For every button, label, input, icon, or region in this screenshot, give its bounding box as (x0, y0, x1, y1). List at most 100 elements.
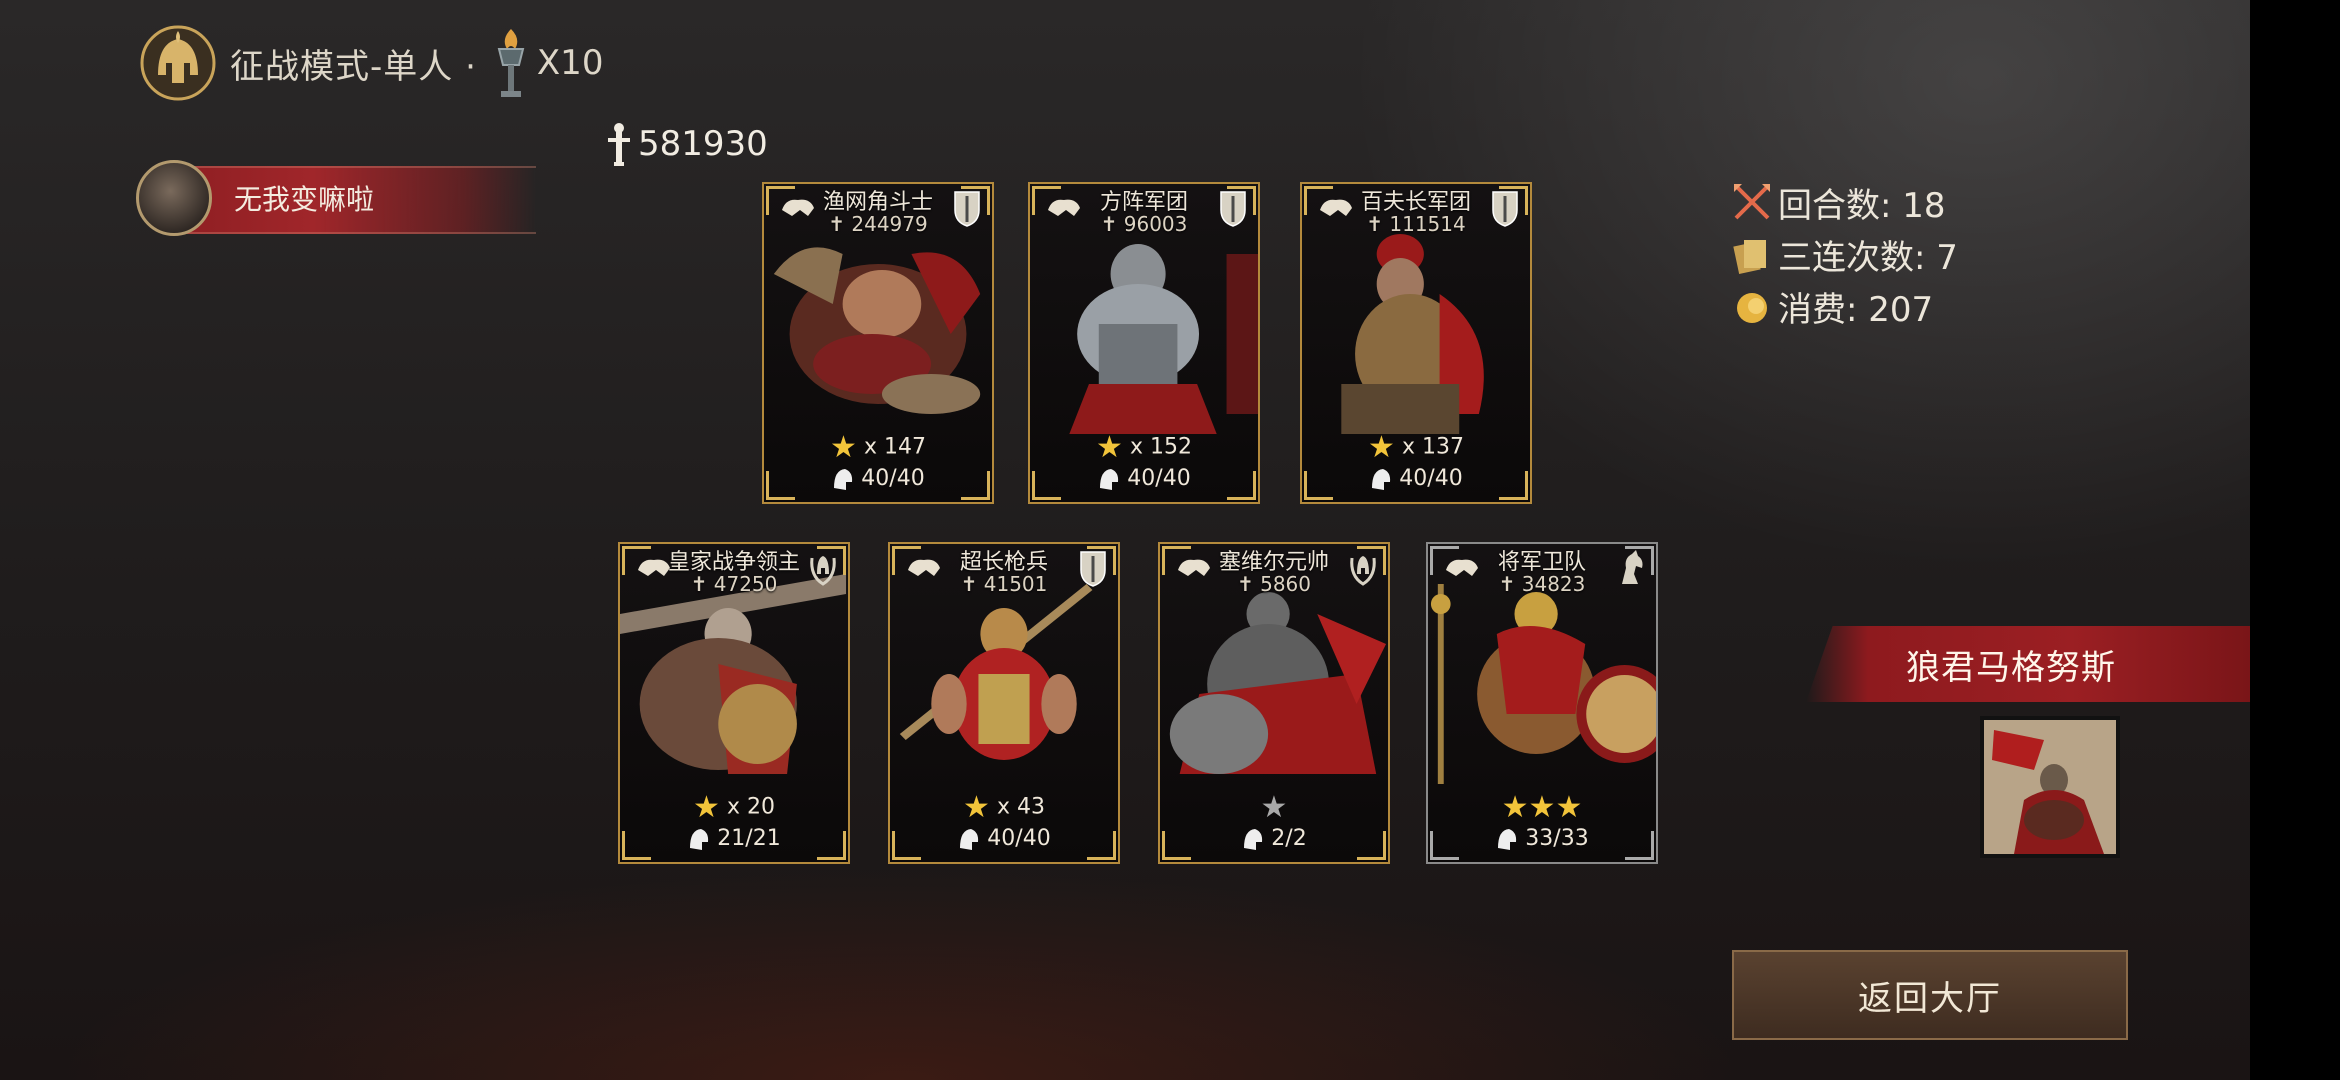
star-icon: ★ (693, 790, 720, 825)
card-corner (1430, 831, 1459, 860)
card-corner (961, 186, 990, 215)
card-corner (1032, 186, 1061, 215)
stat-triples: 三连次数: 7 (1732, 228, 1958, 280)
unit-portrait (1341, 234, 1484, 434)
unit-power: ✝ 96003 (1100, 212, 1188, 236)
star-icon: ★ (1368, 430, 1395, 465)
card-corner (1499, 471, 1528, 500)
card-corner (766, 186, 795, 215)
battle-stats: 回合数: 18 三连次数: 7 消费: 207 (1732, 176, 1958, 332)
unit-power: ✝ 111514 (1366, 212, 1466, 236)
star-multiplier: x 152 (1129, 434, 1192, 460)
star-multiplier: x 43 (996, 794, 1045, 820)
commander-portrait[interactable] (1980, 716, 2120, 858)
unit-card-centurion[interactable]: 百夫长军团 ✝ 111514 ★ x 137 40/40 (1300, 182, 1532, 504)
card-corner (1032, 471, 1061, 500)
troop-helmet-icon (1100, 469, 1119, 490)
unit-card-pikeman[interactable]: 超长枪兵 ✝ 41501 ★ x 43 40/40 (888, 542, 1120, 864)
return-lobby-button[interactable]: 返回大厅 (1732, 950, 2128, 1040)
star-icon: ★ (1528, 790, 1556, 825)
troop-count: 40/40 (1127, 466, 1191, 491)
troop-helmet-icon (834, 469, 853, 490)
troop-helmet-icon (960, 829, 979, 850)
card-corner (892, 546, 921, 575)
card-corner (622, 546, 651, 575)
unit-power-value: 41501 (983, 572, 1048, 596)
unit-power-value: 5860 (1260, 572, 1312, 596)
card-corner (1499, 186, 1528, 215)
unit-troops: 40/40 (764, 466, 992, 492)
unit-power: ✝ 34823 (1498, 572, 1586, 596)
player-banner[interactable]: 无我变嘛啦 (136, 160, 536, 240)
star-multiplier: x 20 (726, 794, 775, 820)
avatar[interactable] (136, 160, 212, 236)
helmet-emblem-icon (140, 25, 216, 101)
gold-coin-icon (1737, 293, 1767, 323)
stat-cost: 消费: 207 (1732, 280, 1958, 332)
unit-power: ✝ 47250 (690, 572, 778, 596)
unit-portrait (1069, 244, 1258, 434)
troop-count: 40/40 (987, 826, 1051, 851)
troop-count: 33/33 (1525, 826, 1589, 851)
unit-stars: ★ x 137 (1302, 430, 1530, 465)
commander-art (1984, 720, 2116, 854)
commander-name: 狼君马格努斯 (1906, 648, 2116, 688)
star-multiplier: x 147 (863, 434, 926, 460)
unit-troops: 40/40 (890, 826, 1118, 852)
player-name: 无我变嘛啦 (234, 183, 375, 216)
unit-power-value: 244979 (851, 212, 928, 236)
card-corner (1430, 546, 1459, 575)
unit-card-royal-warlord[interactable]: 皇家战争领主 ✝ 47250 ★ x 20 21/21 (618, 542, 850, 864)
card-corner (1625, 546, 1654, 575)
total-power-value: 581930 (638, 124, 768, 164)
screen-edge-bar (2250, 0, 2340, 1080)
unit-power: ✝ 41501 (960, 572, 1048, 596)
card-corner (1087, 831, 1116, 860)
unit-stars: ★ x 147 (764, 430, 992, 465)
unit-card-net-gladiator[interactable]: 渔网角斗士 ✝ 244979 ★ x 147 40/40 (762, 182, 994, 504)
card-corner (961, 471, 990, 500)
card-corner (622, 831, 651, 860)
mode-title: 征战模式-单人 · (230, 46, 477, 87)
card-corner (1304, 186, 1333, 215)
card-corner (766, 471, 795, 500)
star-icon: ★ (1260, 790, 1288, 825)
troop-helmet-icon (690, 829, 709, 850)
star-icon: ★ (1096, 430, 1123, 465)
unit-card-seville-marshal[interactable]: 塞维尔元帅 ✝ 5860 ★ 2/2 (1158, 542, 1390, 864)
unit-troops: 40/40 (1302, 466, 1530, 492)
unit-power-value: 47250 (713, 572, 778, 596)
troop-helmet-icon (1498, 829, 1517, 850)
sword-power-icon (608, 123, 630, 166)
troop-count: 2/2 (1271, 826, 1307, 851)
card-corner (1227, 471, 1256, 500)
card-corner (892, 831, 921, 860)
unit-stars: ★ x 43 (890, 790, 1118, 825)
unit-troops: 2/2 (1160, 826, 1388, 852)
unit-portrait (1169, 592, 1387, 774)
card-corner (1357, 546, 1386, 575)
unit-power-value: 111514 (1389, 212, 1466, 236)
unit-troops: 33/33 (1428, 826, 1656, 852)
unit-stars: ★★★ (1428, 790, 1656, 825)
unit-portrait (1430, 584, 1656, 784)
unit-troops: 21/21 (620, 826, 848, 852)
cost-text: 消费: 207 (1778, 289, 1934, 330)
card-corner (1087, 546, 1116, 575)
unit-card-phalanx[interactable]: 方阵军团 ✝ 96003 ★ x 152 40/40 (1028, 182, 1260, 504)
triples-text: 三连次数: 7 (1778, 237, 1958, 278)
unit-stars: ★ x 152 (1030, 430, 1258, 465)
rounds-text: 回合数: 18 (1778, 185, 1946, 226)
card-corner (1625, 831, 1654, 860)
star-multiplier: x 137 (1401, 434, 1464, 460)
troop-count: 40/40 (861, 466, 925, 491)
unit-card-general-guard[interactable]: 将军卫队 ✝ 34823 ★★★ 33/33 (1426, 542, 1658, 864)
card-corner (1162, 831, 1191, 860)
cards-icon (1733, 240, 1766, 274)
star-icon: ★ (1501, 790, 1529, 825)
crossed-swords-icon (1734, 184, 1770, 220)
troop-helmet-icon (1244, 829, 1263, 850)
unit-power: ✝ 5860 (1236, 572, 1312, 596)
card-corner (1162, 546, 1191, 575)
star-icon: ★ (830, 430, 857, 465)
